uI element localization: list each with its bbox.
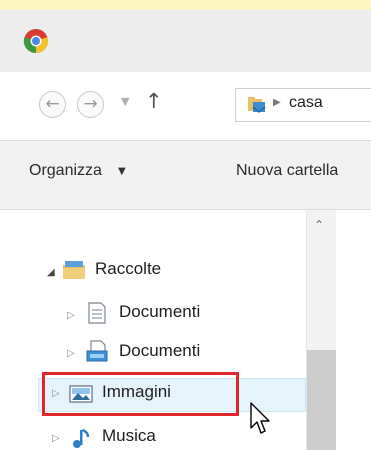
tree-item-documenti[interactable]: Documenti xyxy=(119,302,200,322)
chevron-down-icon: ▼ xyxy=(118,166,126,177)
back-button[interactable]: ← xyxy=(39,91,66,118)
arrow-right-icon: → xyxy=(83,94,98,114)
collapse-arrow-icon[interactable]: ▷ xyxy=(52,433,60,444)
collapse-arrow-icon[interactable]: ▷ xyxy=(67,310,75,321)
mouse-cursor-icon xyxy=(250,402,270,434)
expand-arrow-icon[interactable]: ◢ xyxy=(47,267,55,278)
libraries-icon xyxy=(63,261,85,279)
arrow-left-icon: ← xyxy=(45,94,60,114)
new-folder-button[interactable]: Nuova cartella xyxy=(236,162,338,180)
title-bar xyxy=(0,10,371,72)
breadcrumb-separator-icon: ▶ xyxy=(273,97,281,108)
tree-item-musica[interactable]: Musica xyxy=(102,426,156,446)
breadcrumb-item[interactable]: casa xyxy=(289,94,323,112)
computer-document-icon xyxy=(86,340,108,362)
document-icon xyxy=(88,302,106,324)
collapse-arrow-icon[interactable]: ▷ xyxy=(67,348,75,359)
tree-item-raccolte[interactable]: Raccolte xyxy=(95,259,161,279)
folder-icon xyxy=(248,97,266,113)
scrollbar-thumb[interactable] xyxy=(307,350,336,450)
up-level-button[interactable]: ↑ xyxy=(145,89,163,113)
scroll-up-icon[interactable]: ⌃ xyxy=(314,218,324,232)
address-bar[interactable]: ▶ casa xyxy=(235,88,371,122)
content-pane xyxy=(336,210,371,450)
recent-locations-dropdown[interactable]: ▼ xyxy=(121,95,129,108)
chrome-icon[interactable] xyxy=(23,28,49,54)
tree-item-documenti[interactable]: Documenti xyxy=(119,341,200,361)
forward-button[interactable]: → xyxy=(77,91,104,118)
top-strip xyxy=(0,0,371,10)
organize-button[interactable]: Organizza xyxy=(29,162,102,180)
highlight-annotation xyxy=(42,372,239,416)
music-icon xyxy=(73,428,90,448)
